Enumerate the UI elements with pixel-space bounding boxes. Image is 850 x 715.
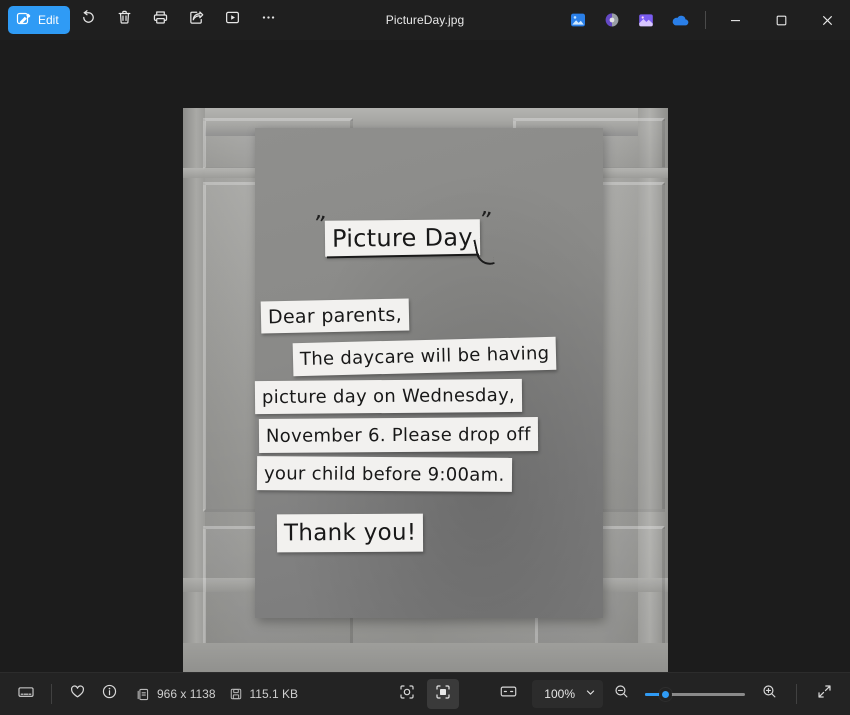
edit-button[interactable]: Edit xyxy=(8,6,70,34)
more-options-icon xyxy=(260,9,277,31)
delete-button[interactable] xyxy=(108,5,142,35)
fullscreen-button[interactable] xyxy=(808,679,840,709)
onedrive-icon[interactable] xyxy=(663,3,697,37)
print-button[interactable] xyxy=(144,5,178,35)
view-mode-group xyxy=(391,679,459,709)
zoom-slider[interactable] xyxy=(645,682,745,706)
heart-icon xyxy=(69,683,86,705)
title-bar: Edit PictureDay.jpg xyxy=(0,0,850,40)
image-viewer-canvas[interactable]: ” Picture Day ” Dear parents, The daycar… xyxy=(0,40,850,683)
rotate-icon xyxy=(80,9,97,31)
delete-icon xyxy=(116,9,133,31)
minimize-button[interactable] xyxy=(712,0,758,40)
file-metadata: 966 x 1138 115.1 KB xyxy=(135,687,298,702)
more-options-button[interactable] xyxy=(252,5,286,35)
zoom-level-select[interactable]: 100% xyxy=(532,680,603,708)
note-title: Picture Day xyxy=(324,219,481,257)
note-line: November 6. Please drop off xyxy=(258,417,538,453)
zoom-out-button[interactable] xyxy=(605,679,637,709)
photo-image[interactable]: ” Picture Day ” Dear parents, The daycar… xyxy=(183,108,668,683)
statusbar-divider xyxy=(51,684,52,704)
slideshow-icon xyxy=(224,9,241,31)
photos-app-icon[interactable] xyxy=(561,3,595,37)
title-bar-right-group xyxy=(561,0,850,40)
maximize-button[interactable] xyxy=(758,0,804,40)
image-dimensions: 966 x 1138 xyxy=(157,687,216,701)
zoom-controls-group: 100% xyxy=(492,679,840,709)
zoom-out-icon xyxy=(613,683,630,705)
dimensions-icon xyxy=(135,687,150,702)
aspect-ratio-button[interactable] xyxy=(492,679,524,709)
close-quote-mark: ” xyxy=(476,207,494,235)
slideshow-button[interactable] xyxy=(216,5,250,35)
fit-to-window-button[interactable] xyxy=(391,679,423,709)
toolbar-left-group: Edit xyxy=(0,5,286,35)
aspect-ratio-icon xyxy=(499,682,518,706)
close-button[interactable] xyxy=(804,0,850,40)
actual-size-icon xyxy=(434,683,452,706)
status-bar: 966 x 1138 115.1 KB 100% xyxy=(0,672,850,715)
clipchamp-app-icon[interactable] xyxy=(629,3,663,37)
note-line: Dear parents, xyxy=(260,298,410,334)
actual-size-button[interactable] xyxy=(427,679,459,709)
titlebar-divider xyxy=(705,11,706,29)
photos-app-window: Edit PictureDay.jpg ” Picture Day ” Dear… xyxy=(0,0,850,715)
file-info-button[interactable] xyxy=(93,679,125,709)
zoom-in-button[interactable] xyxy=(753,679,785,709)
share-button[interactable] xyxy=(180,5,214,35)
print-icon xyxy=(152,9,169,31)
statusbar-divider xyxy=(796,684,797,704)
designer-app-icon[interactable] xyxy=(595,3,629,37)
filmstrip-button[interactable] xyxy=(10,679,42,709)
edit-icon xyxy=(16,12,32,28)
zoom-level-value: 100% xyxy=(544,687,575,701)
zoom-in-icon xyxy=(761,683,778,705)
fullscreen-icon xyxy=(816,683,833,705)
note-line: The daycare will be having xyxy=(292,336,557,377)
note-line: your child before 9:00am. xyxy=(256,456,512,492)
file-size: 115.1 KB xyxy=(249,687,298,701)
note-line: picture day on Wednesday, xyxy=(254,378,523,415)
share-icon xyxy=(188,9,205,31)
note-line: Thank you! xyxy=(276,513,424,553)
rotate-button[interactable] xyxy=(72,5,106,35)
edit-button-label: Edit xyxy=(38,13,59,27)
title-flourish xyxy=(473,236,495,268)
door-stile-left xyxy=(183,108,205,683)
favorite-button[interactable] xyxy=(61,679,93,709)
filesize-icon xyxy=(229,687,243,701)
info-icon xyxy=(101,683,118,705)
poster-board: ” Picture Day ” Dear parents, The daycar… xyxy=(254,128,603,618)
zoom-slider-thumb[interactable] xyxy=(659,687,672,701)
fit-to-window-icon xyxy=(398,683,416,706)
filmstrip-icon xyxy=(17,683,35,706)
chevron-down-icon xyxy=(585,687,596,701)
